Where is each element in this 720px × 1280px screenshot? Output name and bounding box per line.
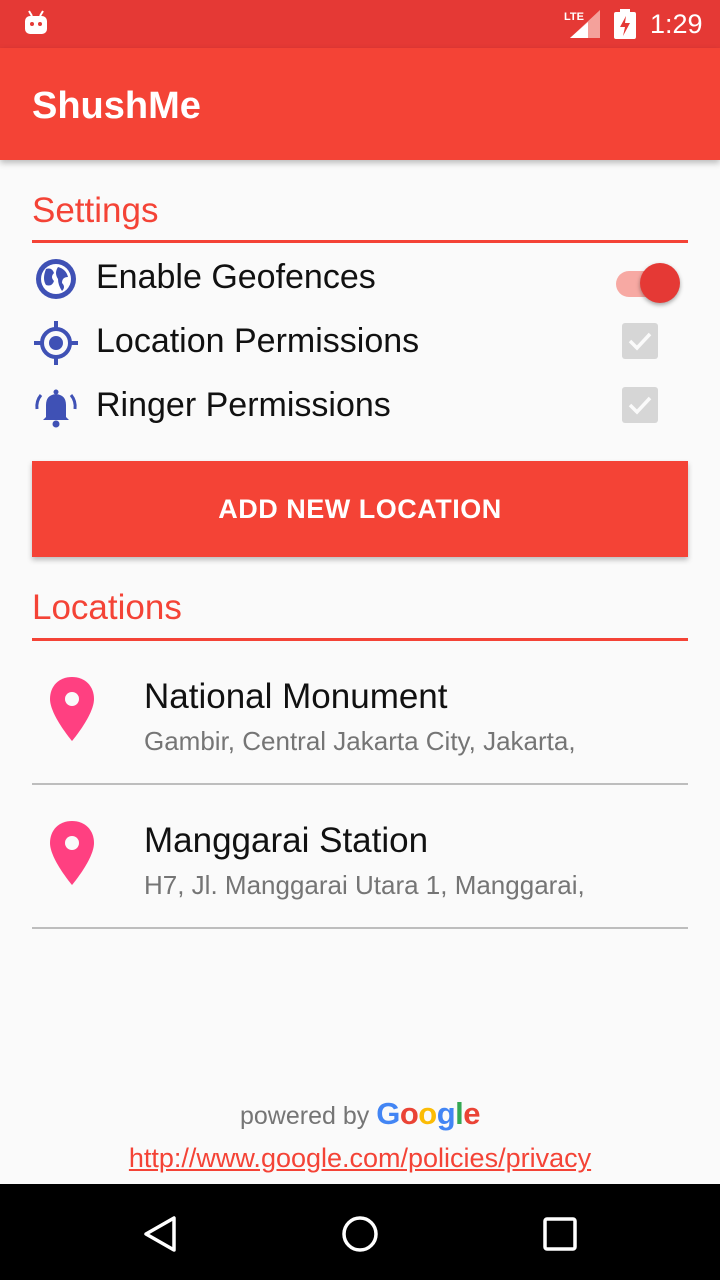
google-logo: Google bbox=[376, 1096, 480, 1131]
location-address: Gambir, Central Jakarta City, Jakarta, bbox=[144, 726, 576, 756]
setting-label: Ringer Permissions bbox=[96, 386, 391, 424]
status-time: 1:29 bbox=[650, 9, 703, 39]
location-list-item[interactable]: National Monument Gambir, Central Jakart… bbox=[32, 641, 688, 785]
settings-section-title: Settings bbox=[32, 191, 159, 230]
setting-ringer-permissions[interactable]: Ringer Permissions bbox=[32, 375, 688, 435]
list-divider bbox=[32, 927, 688, 929]
location-permissions-checkbox[interactable] bbox=[622, 323, 658, 359]
network-label: LTE bbox=[564, 11, 584, 23]
recents-icon[interactable] bbox=[540, 1214, 580, 1254]
location-name: Manggarai Station bbox=[144, 821, 429, 860]
location-address: H7, Jl. Manggarai Utara 1, Manggarai, bbox=[144, 870, 585, 900]
lte-signal-icon: LTE bbox=[564, 10, 600, 38]
navigation-bar bbox=[0, 1184, 720, 1280]
settings-divider bbox=[32, 240, 688, 243]
app-title: ShushMe bbox=[32, 85, 201, 127]
enable-geofences-switch[interactable] bbox=[616, 259, 682, 303]
gps-target-icon bbox=[34, 321, 78, 365]
location-name: National Monument bbox=[144, 677, 448, 716]
back-icon[interactable] bbox=[140, 1214, 180, 1254]
powered-by-text: powered by bbox=[239, 1102, 370, 1130]
location-list-item[interactable]: Manggarai Station H7, Jl. Manggarai Utar… bbox=[32, 785, 688, 929]
add-new-location-button[interactable]: ADD NEW LOCATION bbox=[32, 461, 688, 557]
home-icon[interactable] bbox=[340, 1214, 380, 1254]
map-pin-icon bbox=[50, 677, 94, 741]
checkmark-icon bbox=[628, 396, 652, 415]
globe-icon bbox=[36, 259, 76, 299]
setting-location-permissions[interactable]: Location Permissions bbox=[32, 311, 688, 371]
android-notification-icon bbox=[25, 10, 47, 34]
status-bar: LTE 1:29 bbox=[0, 0, 720, 48]
setting-enable-geofences[interactable]: Enable Geofences bbox=[32, 247, 688, 307]
battery-charging-icon bbox=[614, 9, 636, 39]
powered-by-google: powered by Google bbox=[0, 1094, 720, 1136]
checkmark-icon bbox=[628, 332, 652, 351]
app-bar: ShushMe bbox=[0, 48, 720, 160]
setting-label: Location Permissions bbox=[96, 322, 420, 360]
privacy-policy-link[interactable]: http://www.google.com/policies/privacy bbox=[0, 1140, 720, 1176]
setting-label: Enable Geofences bbox=[96, 258, 376, 296]
switch-thumb bbox=[640, 263, 680, 303]
bell-ringing-icon bbox=[35, 389, 77, 428]
ringer-permissions-checkbox[interactable] bbox=[622, 387, 658, 423]
map-pin-icon bbox=[50, 821, 94, 885]
locations-section-title: Locations bbox=[32, 588, 182, 627]
